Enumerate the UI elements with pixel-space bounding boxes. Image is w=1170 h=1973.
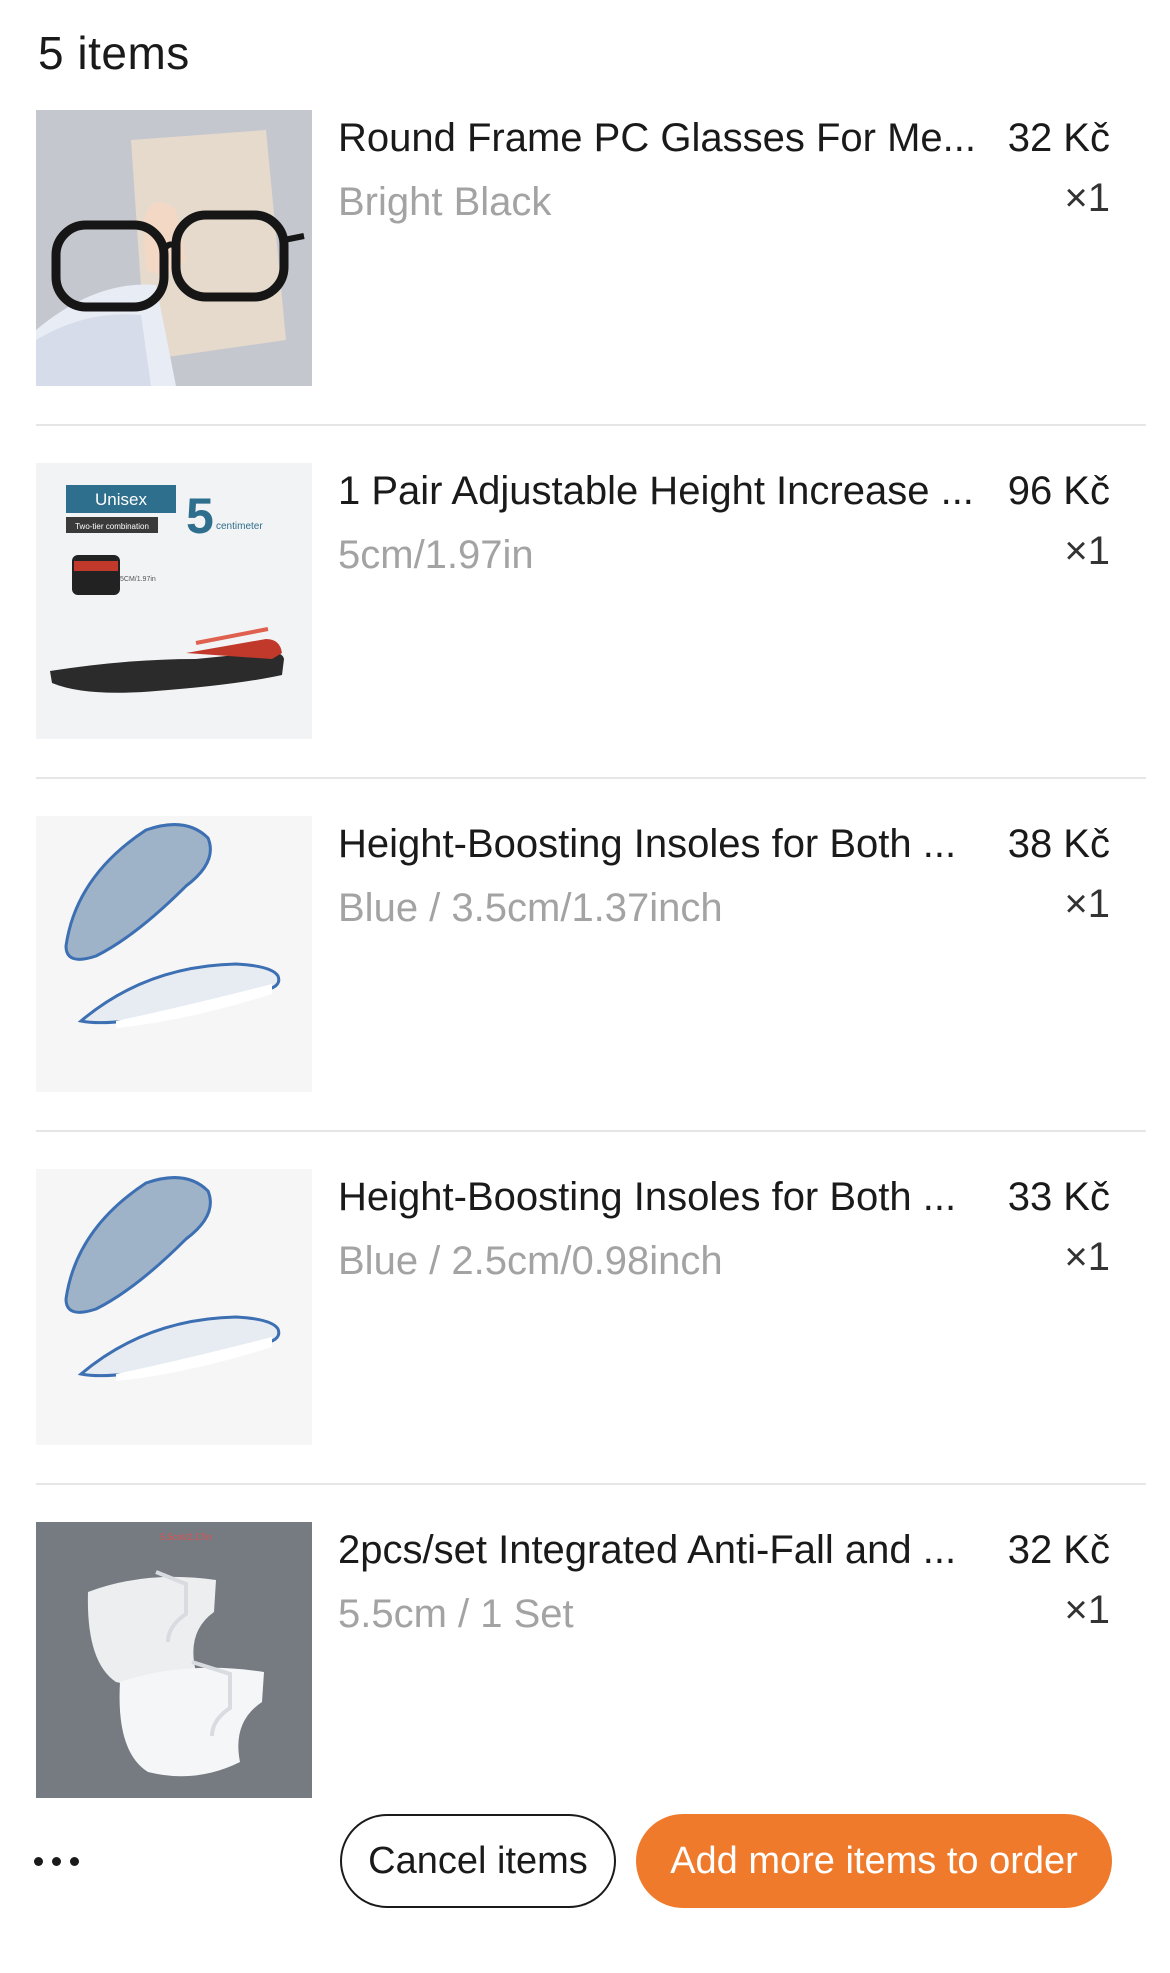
divider (36, 1483, 1146, 1485)
product-image-silicone-heel[interactable]: 5.5cm/2.17in (36, 1522, 312, 1798)
add-more-items-button[interactable]: Add more items to order (636, 1814, 1112, 1908)
item-price: 32 Kč (1007, 1528, 1110, 1572)
item-price: 33 Kč (1007, 1175, 1110, 1219)
product-image-glasses[interactable] (36, 110, 312, 386)
action-bar: Cancel items Add more items to order (0, 1810, 1170, 1920)
item-variant: 5cm/1.97in (338, 533, 534, 577)
order-item[interactable]: Round Frame PC Glasses For Me... 32 Kč B… (36, 110, 1146, 460)
divider (36, 1130, 1146, 1132)
insole-image: Unisex Two-tier combination 5 centimeter… (36, 463, 312, 739)
size-number: 5 (186, 488, 214, 544)
divider (36, 424, 1146, 426)
order-item[interactable]: Unisex Two-tier combination 5 centimeter… (36, 463, 1146, 813)
product-image-blue-insole[interactable] (36, 816, 312, 1092)
item-variant: Blue / 3.5cm/1.37inch (338, 886, 723, 930)
dimension-label: 5.5cm/2.17in (160, 1532, 212, 1542)
item-quantity: ×1 (1064, 529, 1110, 573)
item-price: 38 Kč (1007, 822, 1110, 866)
more-options-icon[interactable] (34, 1846, 94, 1876)
item-price: 32 Kč (1007, 116, 1110, 160)
item-name[interactable]: Height-Boosting Insoles for Both ... (338, 822, 988, 867)
product-image-height-insole[interactable]: Unisex Two-tier combination 5 centimeter… (36, 463, 312, 739)
item-variant: 5.5cm / 1 Set (338, 1592, 574, 1636)
blue-insole-image (36, 1169, 312, 1445)
combination-label: Two-tier combination (75, 522, 149, 531)
divider (36, 777, 1146, 779)
item-name[interactable]: Round Frame PC Glasses For Me... (338, 116, 988, 161)
dimension-label: 5CM/1.97in (120, 576, 156, 583)
page-title: 5 items (38, 27, 190, 79)
item-quantity: ×1 (1064, 1235, 1110, 1279)
order-item[interactable]: Height-Boosting Insoles for Both ... 33 … (36, 1169, 1146, 1519)
item-name[interactable]: 1 Pair Adjustable Height Increase ... (338, 469, 988, 514)
item-variant: Blue / 2.5cm/0.98inch (338, 1239, 723, 1283)
blue-insole-image (36, 816, 312, 1092)
item-price: 96 Kč (1007, 469, 1110, 513)
product-image-blue-insole[interactable] (36, 1169, 312, 1445)
cancel-items-button[interactable]: Cancel items (340, 1814, 616, 1908)
item-name[interactable]: 2pcs/set Integrated Anti-Fall and ... (338, 1528, 988, 1573)
order-item[interactable]: Height-Boosting Insoles for Both ... 38 … (36, 816, 1146, 1166)
glasses-image (36, 110, 312, 386)
item-variant: Bright Black (338, 180, 552, 224)
silicone-heel-image: 5.5cm/2.17in (36, 1522, 312, 1798)
size-unit: centimeter (216, 521, 263, 532)
unisex-badge: Unisex (95, 490, 147, 509)
item-quantity: ×1 (1064, 882, 1110, 926)
item-quantity: ×1 (1064, 176, 1110, 220)
item-name[interactable]: Height-Boosting Insoles for Both ... (338, 1175, 988, 1220)
item-quantity: ×1 (1064, 1588, 1110, 1632)
